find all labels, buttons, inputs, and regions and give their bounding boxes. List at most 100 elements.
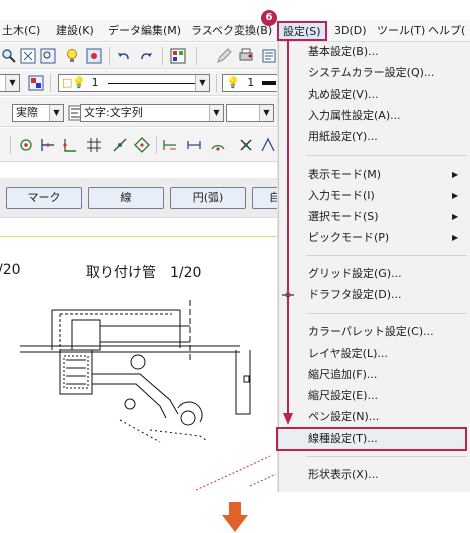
menu-item-pen[interactable]: ペン設定(N)... [308, 408, 379, 426]
snap-nearest-icon[interactable] [238, 137, 254, 153]
scale-mode-combo[interactable]: 実際 ▼ [12, 104, 64, 122]
text-type-value: 文字:文字列 [84, 106, 143, 119]
menu-separator [306, 155, 466, 156]
snap-grid-icon[interactable] [86, 137, 102, 153]
text-type-combo[interactable]: 文字:文字列 ▼ [80, 104, 224, 122]
menu-item-input-mode[interactable]: 入力モード(I) [308, 187, 375, 205]
menu-item-pick-mode[interactable]: ピックモード(P) [308, 229, 389, 247]
scale-mode-value: 実際 [16, 106, 38, 119]
circle-arc-button[interactable]: 円(弧) [170, 187, 246, 209]
bulb-icon: 💡 [226, 76, 240, 89]
menu-item-rounding[interactable]: 丸め設定(V)... [308, 86, 379, 104]
chevron-down-icon: ▼ [49, 105, 63, 121]
callout-line [287, 41, 289, 417]
properties-icon[interactable] [262, 48, 278, 64]
menu-separator [306, 313, 466, 314]
toolbar-separator [216, 74, 217, 92]
toolbar-separator [162, 47, 163, 65]
zoom-window-icon[interactable] [40, 48, 56, 64]
snap-intersection-icon[interactable] [112, 137, 128, 153]
menu-separator [306, 456, 466, 457]
menu-item-grid[interactable]: グリッド設定(G)... [308, 265, 402, 283]
toolbar-row-3: 実際 ▼ 文字:文字列 ▼ ▼ [0, 97, 280, 127]
drawing-figure [20, 300, 277, 491]
redo-icon[interactable] [138, 48, 154, 64]
color-palette-icon[interactable] [28, 75, 44, 91]
redraw-icon[interactable] [86, 48, 102, 64]
snap-tangent-icon[interactable] [162, 137, 178, 153]
line-type-value: 1 [247, 76, 255, 89]
toolbar-separator [156, 136, 157, 154]
menu-item-drafter[interactable]: ドラフタ設定(D)... [308, 286, 402, 304]
chevron-down-icon: ▼ [209, 105, 223, 121]
menu-tools[interactable]: ツール(T) [377, 23, 425, 39]
line-type-combo[interactable]: 💡 1 [222, 74, 280, 92]
menu-help[interactable]: ヘルプ( [428, 23, 465, 39]
menu-item-line-type[interactable]: 線種設定(T)... [308, 430, 378, 448]
snap-arc-icon[interactable] [210, 137, 226, 153]
menu-item-shape-display[interactable]: 形状表示(X)... [308, 466, 379, 484]
down-arrow-icon [222, 502, 248, 532]
toolbar-row-4 [0, 128, 280, 162]
chevron-down-icon: ▼ [195, 75, 209, 91]
drawing-title-main: 取り付け管 1/20 [86, 265, 202, 281]
layer-icon[interactable] [170, 48, 186, 64]
snap-free-icon[interactable] [260, 137, 276, 153]
menu-bar: 土木(C) 建設(K) データ編集(M) ラスベク変換(B) 設定(S) 3D(… [0, 20, 470, 42]
drawing-boundary-line [0, 236, 278, 237]
step-badge: 6 [261, 10, 277, 26]
menu-item-display-mode[interactable]: 表示モード(M) [308, 166, 381, 184]
menu-item-select-mode[interactable]: 選択モード(S) [308, 208, 379, 226]
line-color-combo[interactable]: □💡 1 ▼ [58, 74, 210, 92]
line-button[interactable]: 線 [88, 187, 164, 209]
menu-item-layer[interactable]: レイヤ設定(L)... [308, 345, 388, 363]
submenu-arrow-icon: ▶ [452, 191, 459, 200]
menu-doboku[interactable]: 土木(C) [2, 23, 40, 39]
snap-midpoint-icon[interactable] [40, 137, 56, 153]
text-size-combo[interactable]: ▼ [226, 104, 274, 122]
chevron-down-icon: ▼ [5, 75, 19, 91]
toolbar-row-1 [0, 43, 280, 69]
submenu-arrow-icon: ▶ [452, 212, 459, 221]
submenu-arrow-icon: ▶ [452, 170, 459, 179]
title-strip [0, 0, 470, 20]
chevron-down-icon: ▼ [259, 105, 273, 121]
toolbar-separator [50, 74, 51, 92]
snap-perpendicular-icon[interactable] [62, 137, 78, 153]
menu-item-system-color[interactable]: システムカラー設定(Q)... [308, 64, 434, 82]
menu-rasvec[interactable]: ラスベク変換(B) [191, 23, 272, 39]
line-sample [108, 82, 199, 84]
drawing-title-left: /20 [0, 262, 21, 278]
menu-separator [306, 255, 466, 256]
undo-icon[interactable] [116, 48, 132, 64]
menu-data-edit[interactable]: データ編集(M) [108, 23, 181, 39]
zoom-fit-icon[interactable] [20, 48, 36, 64]
menu-3d[interactable]: 3D(D) [334, 23, 367, 39]
toolbar-separator [10, 136, 11, 154]
menu-kensetsu[interactable]: 建設(K) [56, 23, 94, 39]
menu-settings[interactable]: 設定(S) [277, 21, 327, 41]
toolbar-row-2: ▼ □💡 1 ▼ 💡 1 [0, 70, 280, 96]
pen-combo[interactable]: ▼ [0, 74, 20, 92]
toolbar-separator [109, 47, 110, 65]
menu-item-color-palette[interactable]: カラーパレット設定(C)... [308, 323, 434, 341]
edit-icon[interactable] [216, 48, 232, 64]
menu-item-input-attributes[interactable]: 入力属性設定(A)... [308, 107, 401, 125]
submenu-arrow-icon: ▶ [452, 233, 459, 242]
bulb-icon: □💡 [62, 76, 87, 89]
menu-item-basic-settings[interactable]: 基本設定(B)... [308, 43, 379, 61]
light-icon[interactable] [64, 48, 80, 64]
menu-item-add-scale[interactable]: 縮尺追加(F)... [308, 366, 377, 384]
menu-item-paper[interactable]: 用紙設定(Y)... [308, 128, 378, 146]
menu-item-scale-settings[interactable]: 縮尺設定(E)... [308, 387, 378, 405]
zoom-icon[interactable] [1, 48, 17, 64]
callout-arrowhead [283, 413, 293, 425]
snap-endpoint-icon[interactable] [18, 137, 34, 153]
toolbar-separator [196, 47, 197, 65]
mark-button[interactable]: マーク [6, 187, 82, 209]
line-color-value: 1 [91, 76, 99, 89]
line-width-sample [261, 81, 276, 85]
print-icon[interactable] [238, 48, 254, 64]
snap-center-icon[interactable] [134, 137, 150, 153]
snap-distance-icon[interactable] [186, 137, 202, 153]
